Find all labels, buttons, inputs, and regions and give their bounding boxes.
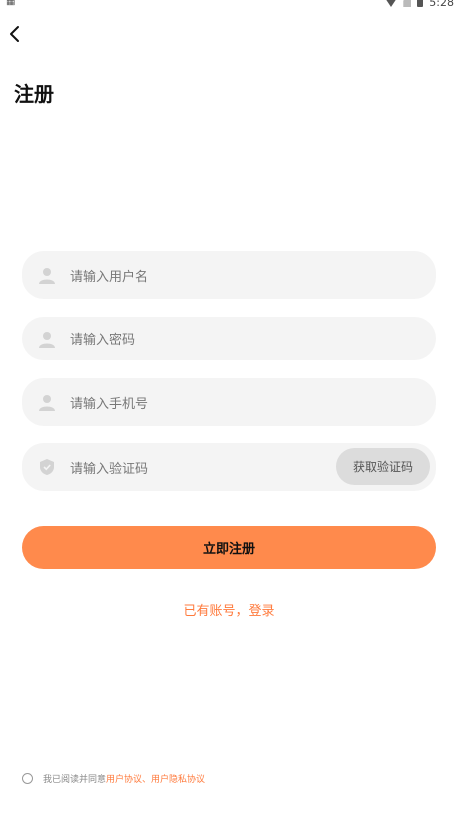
status-icons: 5:28: [385, 0, 454, 9]
phone-field[interactable]: 请输入手机号: [22, 378, 436, 426]
code-placeholder: 请输入验证码: [70, 461, 149, 477]
user-icon: [39, 395, 55, 411]
code-field[interactable]: 请输入验证码 获取验证码: [22, 443, 436, 491]
page-title: 注册: [14, 82, 54, 106]
get-code-button[interactable]: 获取验证码: [336, 448, 430, 485]
login-link[interactable]: 已有账号，登录: [0, 600, 458, 619]
privacy-agreement-link[interactable]: 用户隐私协议: [151, 772, 205, 785]
user-icon: [39, 331, 55, 348]
no-sim-icon: [403, 0, 412, 7]
username-field[interactable]: 请输入用户名: [22, 251, 436, 299]
grid-icon: ▦: [6, 0, 16, 7]
wifi-icon: [385, 0, 398, 7]
register-button[interactable]: 立即注册: [22, 526, 436, 569]
chevron-left-icon: [10, 26, 19, 42]
username-placeholder: 请输入用户名: [70, 269, 149, 285]
status-bar: ▦ 5:28: [0, 0, 458, 12]
back-button[interactable]: [4, 22, 28, 46]
agreement-radio[interactable]: [22, 773, 33, 784]
user-icon: [39, 268, 55, 284]
agreement-separator: 、: [142, 775, 152, 785]
battery-icon: [417, 0, 424, 7]
shield-icon: [40, 459, 54, 475]
agreement-prefix: 我已阅读并同意: [43, 775, 107, 785]
agreement-row: 我已阅读并同意 用户协议 、 用户隐私协议: [22, 772, 205, 785]
status-time: 5:28: [429, 0, 454, 9]
password-placeholder: 请输入密码: [70, 333, 136, 348]
password-field[interactable]: 请输入密码: [22, 317, 436, 360]
phone-placeholder: 请输入手机号: [70, 396, 149, 412]
user-agreement-link[interactable]: 用户协议: [106, 772, 142, 785]
